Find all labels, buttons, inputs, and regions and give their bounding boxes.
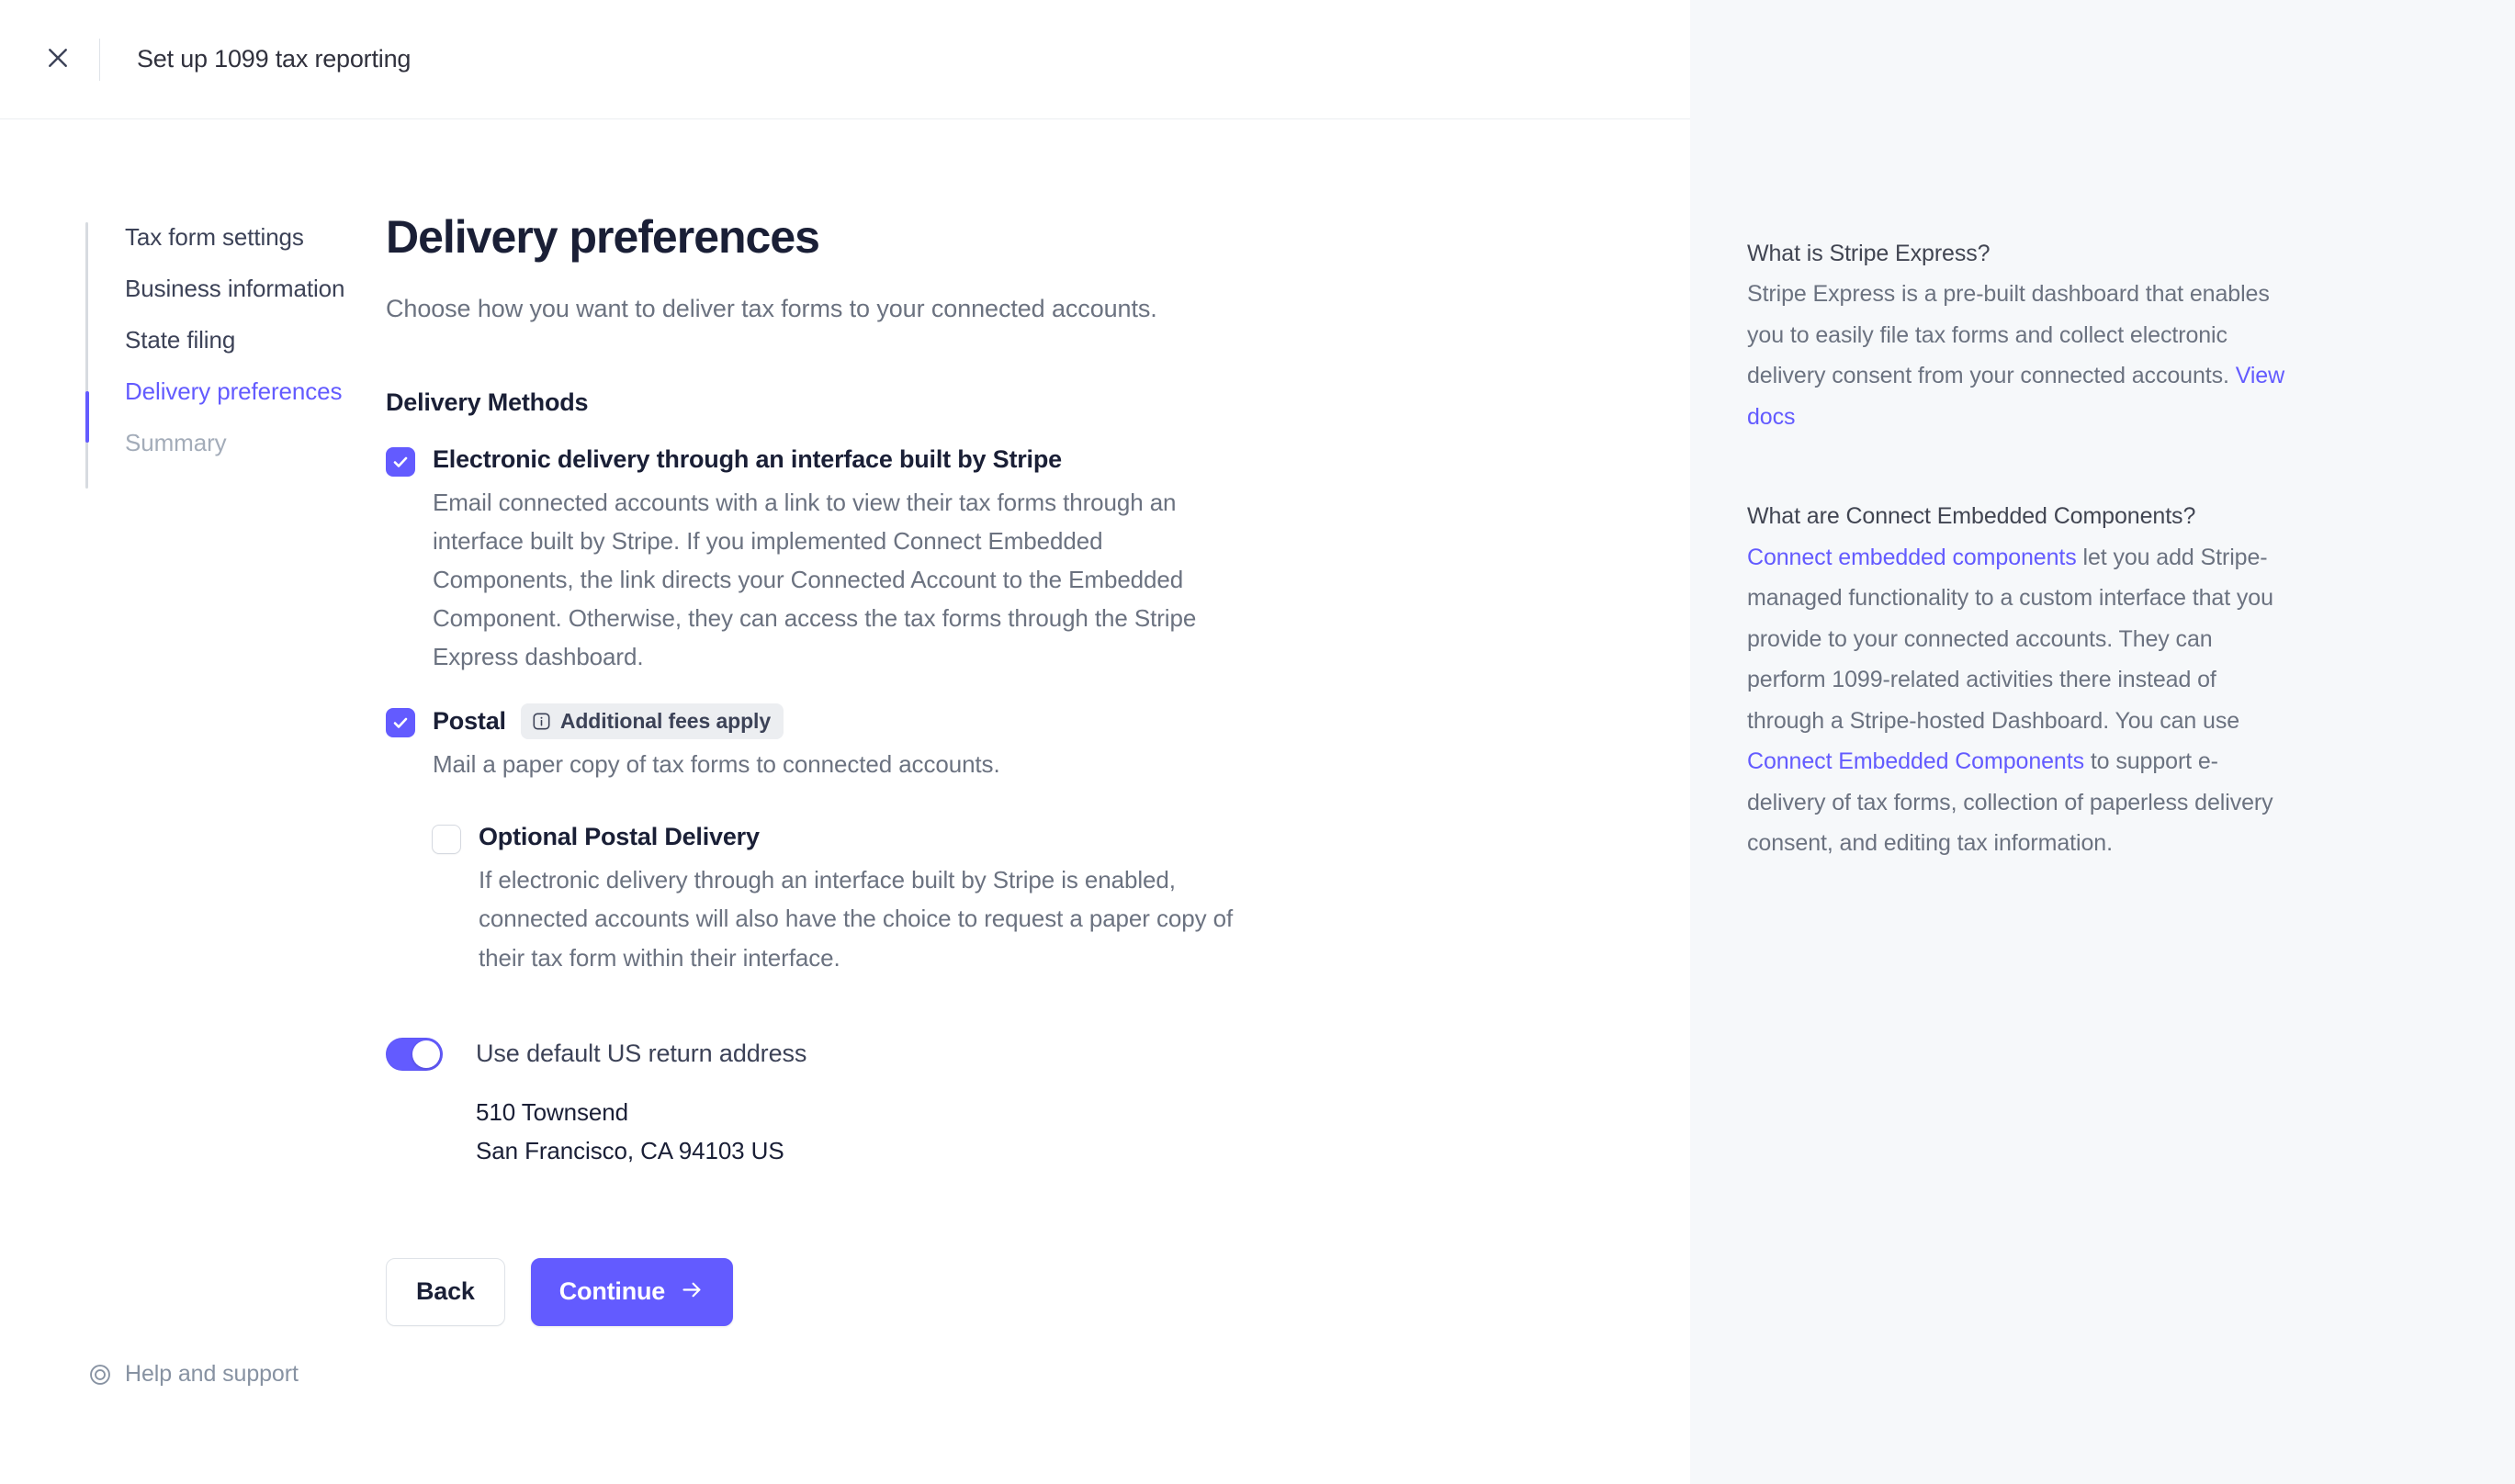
option-description: Mail a paper copy of tax forms to connec… — [433, 750, 1000, 779]
app-root: What is Stripe Express? Stripe Express i… — [0, 0, 2515, 1484]
sidebar-item-tax-form-settings[interactable]: Tax form settings — [85, 211, 386, 263]
modal-body: Tax form settings Business information S… — [0, 119, 1690, 1326]
toggle-knob — [412, 1040, 440, 1068]
address-line-1: 510 Townsend — [476, 1097, 629, 1126]
info-block-title: What are Connect Embedded Components? — [1747, 503, 2196, 530]
page-title: Delivery preferences — [386, 211, 820, 263]
modal-header: Set up 1099 tax reporting — [0, 0, 1690, 119]
help-and-support[interactable]: Help and support — [88, 1361, 299, 1388]
section-title-delivery-methods: Delivery Methods — [386, 388, 589, 417]
continue-button[interactable]: Continue — [530, 1257, 734, 1326]
status-badge-additional-fees: Additional fees apply — [520, 703, 784, 740]
option-postal[interactable]: Postal Additional fees apply Mail a pape… — [386, 703, 1249, 783]
info-block-title: What is Stripe Express? — [1747, 241, 1991, 266]
badge-label: Additional fees apply — [559, 709, 772, 734]
back-button-label: Back — [416, 1277, 475, 1306]
option-optional-postal-delivery[interactable]: Optional Postal Delivery If electronic d… — [432, 820, 1249, 976]
option-electronic-delivery[interactable]: Electronic delivery through an interface… — [386, 443, 1249, 676]
setup-modal: Set up 1099 tax reporting Tax form setti… — [0, 0, 1690, 1484]
help-and-support-label: Help and support — [125, 1361, 299, 1387]
toggle-label: Use default US return address — [476, 1040, 807, 1068]
stepper-active-indicator — [85, 391, 89, 443]
checkbox-optional-postal-delivery[interactable] — [432, 825, 461, 855]
continue-button-label: Continue — [558, 1277, 666, 1306]
close-button[interactable] — [29, 31, 86, 88]
checkbox-postal[interactable] — [386, 708, 415, 738]
return-address: 510 Townsend San Francisco, CA 94103 US — [476, 1093, 1249, 1170]
info-block-body: Stripe Express is a pre-built dashboard … — [1747, 274, 2291, 437]
option-label: Postal — [433, 706, 506, 735]
page-subtitle: Choose how you want to deliver tax forms… — [386, 295, 1157, 322]
header-divider — [99, 38, 100, 81]
toggle-use-default-return-address[interactable] — [386, 1037, 443, 1071]
info-block-connect-embedded-components: What are Connect Embedded Components? Co… — [1747, 500, 2291, 863]
info-body-text: Stripe Express is a pre-built dashboard … — [1747, 281, 2270, 389]
info-icon — [532, 712, 551, 731]
sidebar-item-business-information[interactable]: Business information — [85, 263, 386, 314]
arrow-right-icon — [680, 1277, 705, 1307]
option-label: Optional Postal Delivery — [479, 823, 760, 851]
sidebar-item-delivery-preferences[interactable]: Delivery preferences — [85, 365, 386, 417]
form-actions: Back Continue — [386, 1257, 1249, 1326]
step-navigation: Tax form settings Business information S… — [0, 211, 386, 1326]
info-sidebar: What is Stripe Express? Stripe Express i… — [1690, 0, 2515, 1484]
connect-embedded-components-link-2[interactable]: Connect Embedded Components — [1747, 748, 2084, 774]
sidebar-item-summary: Summary — [125, 429, 227, 456]
lifebuoy-icon — [88, 1363, 112, 1387]
option-description: If electronic delivery through an interf… — [479, 866, 1234, 972]
connect-embedded-components-link-1[interactable]: Connect embedded components — [1747, 545, 2077, 570]
back-button[interactable]: Back — [386, 1257, 505, 1326]
info-block-stripe-express: What is Stripe Express? Stripe Express i… — [1747, 237, 2291, 437]
stepper-rail — [85, 222, 88, 489]
sidebar-item-state-filing[interactable]: State filing — [85, 314, 386, 365]
return-address-toggle-row[interactable]: Use default US return address — [386, 1037, 1249, 1071]
info-block-body: Connect embedded components let you add … — [1747, 537, 2291, 864]
address-line-2: San Francisco, CA 94103 US — [476, 1136, 784, 1164]
info-body-text-middle: let you add Stripe-managed functionality… — [1747, 544, 2273, 734]
close-icon — [44, 44, 72, 74]
checkbox-electronic-delivery[interactable] — [386, 447, 415, 478]
main-content: Delivery preferences Choose how you want… — [386, 211, 1359, 1326]
page-title-header: Set up 1099 tax reporting — [137, 45, 412, 73]
option-label: Electronic delivery through an interface… — [433, 445, 1062, 474]
option-description: Email connected accounts with a link to … — [433, 488, 1197, 671]
